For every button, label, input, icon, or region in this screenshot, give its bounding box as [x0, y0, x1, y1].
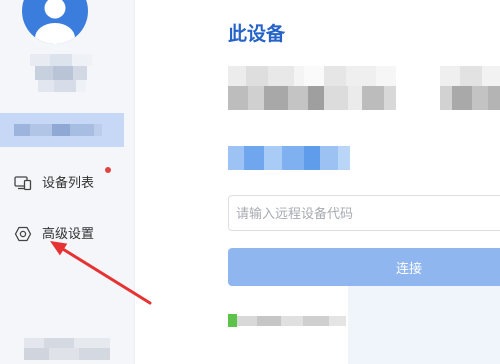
blurred-status-bar	[228, 314, 346, 327]
mosaic-tile	[488, 86, 500, 110]
mosaic-tile	[228, 66, 246, 86]
mosaic-tile	[440, 66, 460, 86]
remote-device-code-input[interactable]	[228, 195, 500, 231]
mosaic-tile	[324, 86, 348, 110]
mosaic-tile	[237, 316, 257, 326]
blurred-link[interactable]	[228, 146, 350, 170]
mosaic-tile	[30, 124, 52, 136]
mosaic-tile	[329, 316, 346, 326]
mosaic-tile	[246, 66, 268, 86]
device-list-icon	[14, 175, 32, 191]
mosaic-tile	[35, 66, 53, 80]
mosaic-tile	[304, 146, 320, 170]
mosaic-tile	[228, 86, 248, 110]
mosaic-tile	[268, 66, 294, 86]
mosaic-tile	[244, 146, 264, 170]
page-title: 此设备	[228, 24, 286, 45]
mosaic-tile	[376, 66, 396, 86]
mosaic-tile	[54, 80, 76, 92]
mosaic-tile	[264, 146, 282, 170]
sidebar-item-device-list[interactable]: 设备列表	[0, 170, 124, 196]
mosaic-tile	[49, 348, 79, 360]
mosaic-tile	[346, 66, 376, 86]
mosaic-tile	[320, 146, 338, 170]
background-panel	[348, 286, 500, 364]
sidebar-item-label: 设备列表	[42, 175, 95, 190]
mosaic-tile	[53, 66, 73, 80]
mosaic-tile	[52, 124, 70, 136]
sidebar-item-label: 高级设置	[42, 226, 95, 241]
mosaic-tile	[308, 86, 324, 110]
mosaic-tile	[384, 86, 396, 110]
mosaic-tile	[264, 86, 288, 110]
mosaic-tile	[248, 86, 264, 110]
mosaic-tile	[79, 348, 110, 360]
blurred-sidebar-footer	[24, 338, 110, 360]
sidebar-item-advanced-settings[interactable]: 高级设置	[0, 221, 124, 247]
mosaic-tile	[24, 338, 44, 348]
mosaic-tile	[73, 66, 87, 80]
mosaic-tile	[24, 348, 49, 360]
mosaic-tile	[70, 124, 94, 136]
mosaic-tile	[94, 124, 102, 136]
mosaic-tile	[72, 54, 92, 66]
blurred-device-password	[440, 66, 500, 110]
notification-badge	[105, 167, 111, 173]
mosaic-tile	[324, 66, 346, 86]
mosaic-tile	[228, 146, 244, 170]
mosaic-tile	[38, 80, 54, 92]
mosaic-tile	[460, 66, 482, 86]
mosaic-tile	[257, 316, 281, 326]
mosaic-tile	[30, 54, 50, 66]
mosaic-tile	[294, 66, 304, 86]
mosaic-tile	[440, 86, 452, 110]
sidebar-item-selected[interactable]	[0, 113, 124, 147]
mosaic-tile	[482, 66, 500, 86]
blurred-device-id	[228, 66, 396, 110]
user-avatar-icon	[35, 0, 75, 44]
connect-button[interactable]: 连接	[228, 248, 500, 286]
mosaic-tile	[304, 66, 324, 86]
avatar[interactable]	[22, 0, 88, 44]
sidebar: 设备列表 高级设置	[0, 0, 135, 364]
mosaic-tile	[452, 86, 472, 110]
mosaic-tile	[348, 86, 362, 110]
mosaic-tile	[288, 86, 308, 110]
mosaic-tile	[282, 146, 304, 170]
mosaic-tile	[76, 80, 86, 92]
settings-icon	[14, 226, 32, 242]
mosaic-tile	[303, 316, 329, 326]
mosaic-tile	[44, 338, 74, 348]
status-indicator	[228, 314, 237, 327]
mosaic-tile	[74, 338, 110, 348]
mosaic-tile	[362, 86, 384, 110]
mosaic-tile	[50, 54, 72, 66]
blurred-username	[30, 54, 92, 92]
mosaic-tile	[281, 316, 303, 326]
mosaic-tile	[338, 146, 350, 170]
mosaic-tile	[472, 86, 488, 110]
mosaic-tile	[14, 124, 30, 136]
